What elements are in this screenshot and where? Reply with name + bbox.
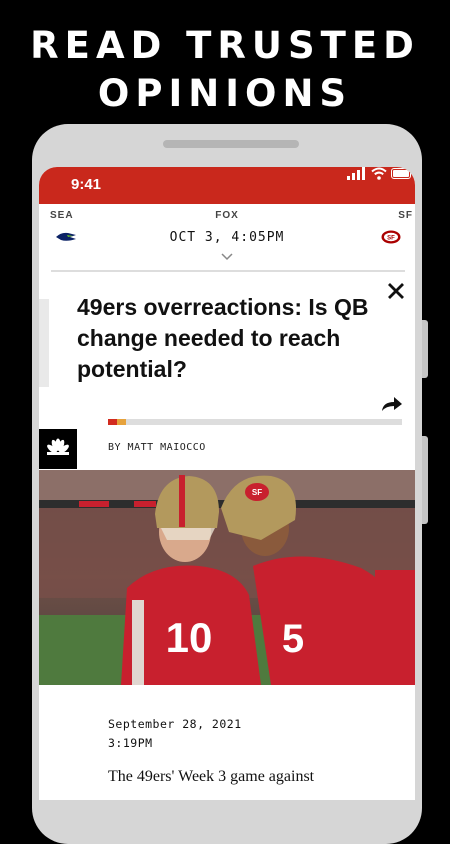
status-bar: 9:41: [39, 167, 415, 204]
previous-article-edge[interactable]: [39, 299, 49, 387]
jersey-number-right: 5: [282, 617, 304, 661]
svg-text:SF: SF: [252, 488, 262, 497]
jersey-number-left: 10: [166, 614, 213, 661]
article-date: September 28, 2021: [108, 717, 242, 731]
progress-fill-orange: [117, 419, 126, 425]
article-datetime: September 28, 2021 3:19PM: [108, 715, 242, 753]
phone-side-button: [422, 320, 428, 378]
promo-line-1: READ TRUSTED: [30, 24, 420, 67]
status-time: 9:41: [71, 176, 102, 193]
battery-icon: [391, 168, 411, 179]
progress-fill-red: [108, 419, 117, 425]
signal-icon: [347, 167, 365, 180]
app-screen: 9:41 SEA FOX SF OCT 3, 4:05PM SF 49ers o…: [39, 167, 415, 800]
svg-text:SF: SF: [387, 236, 395, 242]
reading-progress-bar: [108, 419, 402, 425]
close-icon[interactable]: [385, 280, 407, 302]
promo-line-2: OPINIONS: [97, 72, 353, 115]
article-byline: BY MATT MAIOCCO: [108, 442, 206, 453]
article-photo[interactable]: 10 5 SF: [39, 470, 415, 685]
home-team-label: SF: [398, 210, 413, 221]
phone-speaker: [163, 140, 299, 148]
nbc-peacock-icon: [39, 429, 77, 469]
article-body: The 49ers' Week 3 game against: [108, 768, 315, 785]
article-headline: 49ers overreactions: Is QB change needed…: [77, 294, 369, 382]
article-time: 3:19PM: [108, 736, 153, 750]
game-time: OCT 3, 4:05PM: [169, 230, 285, 245]
49ers-logo: SF: [381, 230, 401, 244]
divider: [51, 270, 405, 272]
promo-title: READ TRUSTED OPINIONS: [0, 22, 450, 118]
network-label: FOX: [215, 210, 239, 221]
wifi-icon: [371, 167, 387, 180]
chevron-down-icon[interactable]: [221, 253, 233, 261]
share-icon[interactable]: [380, 395, 404, 413]
game-scoreboard[interactable]: SEA FOX SF OCT 3, 4:05PM SF: [39, 204, 415, 270]
phone-side-button: [422, 436, 428, 524]
